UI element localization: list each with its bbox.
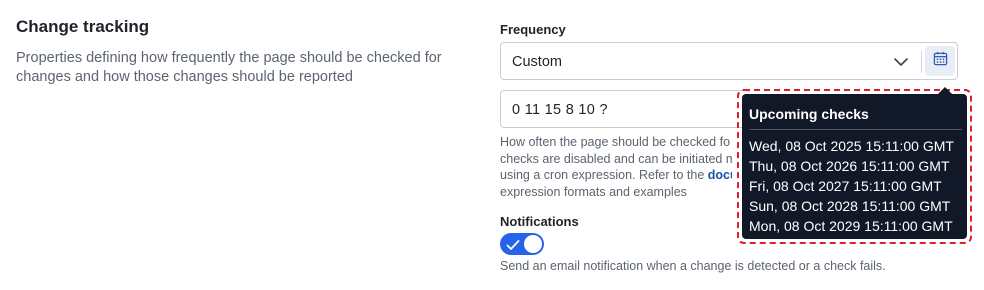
help-line: How often the page should be checked fo [500,135,731,149]
documentation-link[interactable]: docu [708,168,732,182]
notifications-caption: Send an email notification when a change… [500,259,886,273]
upcoming-check-item: Mon, 08 Oct 2029 15:11:00 GMT [749,218,953,234]
section-title: Change tracking [16,17,150,36]
frequency-help-text: How often the page should be checked fo … [500,134,732,200]
notifications-label: Notifications [500,214,579,229]
section-description: Properties defining how frequently the p… [16,50,442,85]
upcoming-checks-list: Wed, 08 Oct 2025 15:11:00 GMT Thu, 08 Oc… [749,136,954,236]
upcoming-check-item: Fri, 08 Oct 2027 15:11:00 GMT [749,178,942,194]
check-icon [506,238,520,250]
frequency-label: Frequency [500,22,566,37]
upcoming-check-item: Thu, 08 Oct 2026 15:11:00 GMT [749,158,950,174]
select-divider [921,51,922,73]
frequency-select[interactable]: Custom [500,42,958,80]
chevron-down-icon[interactable] [893,54,909,70]
upcoming-check-item: Sun, 08 Oct 2028 15:11:00 GMT [749,198,951,214]
upcoming-checks-highlight: Upcoming checks Wed, 08 Oct 2025 15:11:0… [737,87,972,244]
help-line-text: using a cron expression. Refer to the [500,168,708,183]
upcoming-checks-tooltip: Upcoming checks Wed, 08 Oct 2025 15:11:0… [742,87,967,239]
upcoming-checks-button[interactable] [925,46,955,76]
upcoming-check-item: Wed, 08 Oct 2025 15:11:00 GMT [749,138,954,154]
tooltip-divider [749,129,962,130]
tooltip-title: Upcoming checks [749,106,869,122]
calendar-icon [933,51,948,71]
tooltip-arrow [938,87,952,94]
notifications-toggle[interactable] [500,233,544,255]
help-line: using a cron expression. Refer to the do… [500,167,732,184]
toggle-knob [524,235,542,253]
help-line: expression formats and examples [500,184,687,199]
frequency-selected-value: Custom [512,54,562,70]
cron-expression-input[interactable]: 0 11 15 8 10 ? [500,90,750,128]
help-line: checks are disabled and can be initiated… [500,151,732,166]
cron-expression-value: 0 11 15 8 10 ? [512,102,608,118]
change-tracking-section: Change tracking Properties defining how … [0,0,984,290]
